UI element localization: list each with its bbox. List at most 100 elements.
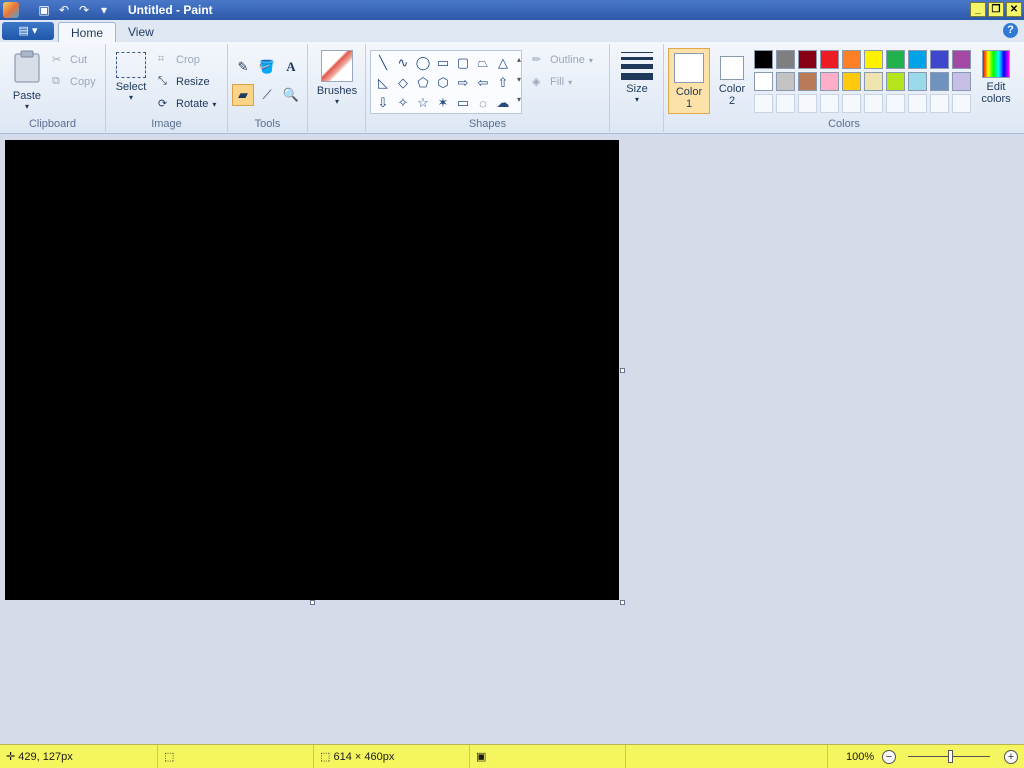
shape-option[interactable]: ⇨ <box>453 73 473 93</box>
copy-button[interactable]: ⧉ Copy <box>52 72 96 92</box>
color1-button[interactable]: Color 1 <box>668 48 710 114</box>
custom-color-slot[interactable] <box>820 94 839 113</box>
custom-color-slot[interactable] <box>864 94 883 113</box>
edit-colors-button[interactable]: Edit colors <box>976 50 1016 105</box>
palette-swatch[interactable] <box>754 50 773 69</box>
tab-home[interactable]: Home <box>58 22 117 42</box>
palette-swatch[interactable] <box>864 50 883 69</box>
shape-option[interactable]: ⬠ <box>413 73 433 93</box>
fill-icon[interactable]: 🪣 <box>256 56 278 78</box>
tab-view[interactable]: View <box>116 22 166 42</box>
redo-icon[interactable]: ↷ <box>76 2 92 18</box>
zoom-out-button[interactable]: − <box>882 750 896 764</box>
shapes-scroll[interactable]: ▴ ▾ ▾ <box>514 50 524 114</box>
shape-option[interactable]: ⬡ <box>433 73 453 93</box>
outline-button[interactable]: ✏ Outline ▾ <box>532 50 593 70</box>
palette-swatch[interactable] <box>776 50 795 69</box>
close-button[interactable]: ✕ <box>1006 2 1022 17</box>
shape-option[interactable]: ◯ <box>413 53 433 73</box>
custom-color-slot[interactable] <box>776 94 795 113</box>
resize-button[interactable]: ⤡ Resize <box>158 72 210 92</box>
palette-swatch[interactable] <box>886 50 905 69</box>
palette-swatch[interactable] <box>798 50 817 69</box>
crop-button[interactable]: ⌗ Crop <box>158 50 200 70</box>
zoom-level: 100% <box>846 751 875 763</box>
palette-swatch[interactable] <box>754 72 773 91</box>
palette-swatch[interactable] <box>842 72 861 91</box>
shape-option[interactable]: ⏢ <box>473 53 493 73</box>
shape-option[interactable]: ∿ <box>393 53 413 73</box>
shape-option[interactable]: ✶ <box>433 93 453 113</box>
palette-swatch[interactable] <box>864 72 883 91</box>
shape-option[interactable]: ◇ <box>393 73 413 93</box>
zoom-in-button[interactable]: + <box>1004 750 1018 764</box>
brushes-label: Brushes <box>316 85 358 97</box>
help-icon[interactable]: ? <box>1003 23 1018 38</box>
shape-option[interactable]: ▭ <box>433 53 453 73</box>
custom-color-slot[interactable] <box>952 94 971 113</box>
palette-swatch[interactable] <box>842 50 861 69</box>
resize-label: Resize <box>176 76 210 88</box>
rotate-button[interactable]: ⟳ Rotate ▾ <box>158 94 216 114</box>
rotate-label: Rotate <box>176 98 209 110</box>
color2-button[interactable]: Color 2 <box>714 48 750 114</box>
undo-icon[interactable]: ↶ <box>56 2 72 18</box>
paste-button[interactable]: Paste ▾ <box>8 50 46 111</box>
palette-swatch[interactable] <box>820 72 839 91</box>
custom-color-slot[interactable] <box>798 94 817 113</box>
shape-option[interactable]: △ <box>493 53 513 73</box>
size-button[interactable]: Size ▾ <box>616 52 658 104</box>
palette-swatch[interactable] <box>930 72 949 91</box>
shape-option[interactable]: ◺ <box>373 73 393 93</box>
palette-swatch[interactable] <box>952 50 971 69</box>
fill-button[interactable]: ◈ Fill ▾ <box>532 72 572 92</box>
ribbon: Paste ▾ ✂ Cut ⧉ Copy Clipboard Select ▾ … <box>0 42 1024 134</box>
text-icon[interactable]: A <box>280 56 302 78</box>
palette-swatch[interactable] <box>908 72 927 91</box>
palette-swatch[interactable] <box>886 72 905 91</box>
pencil-icon[interactable]: ✎ <box>232 56 254 78</box>
shape-option[interactable]: ⇦ <box>473 73 493 93</box>
cut-button[interactable]: ✂ Cut <box>52 50 87 70</box>
restore-button[interactable]: ❐ <box>988 2 1004 17</box>
shape-option[interactable]: ✧ <box>393 93 413 113</box>
minimize-button[interactable]: _ <box>970 2 986 17</box>
custom-color-slot[interactable] <box>754 94 773 113</box>
shape-option[interactable]: ☆ <box>413 93 433 113</box>
palette-swatch[interactable] <box>952 72 971 91</box>
shape-option[interactable]: ⇩ <box>373 93 393 113</box>
custom-color-slot[interactable] <box>908 94 927 113</box>
color-wheel-icon <box>982 50 1010 78</box>
resize-handle-bottom[interactable] <box>310 600 315 605</box>
eraser-icon[interactable]: ▰ <box>232 84 254 106</box>
custom-color-slot[interactable] <box>842 94 861 113</box>
crop-label: Crop <box>176 54 200 66</box>
color1-label: Color 1 <box>675 86 703 110</box>
zoom-slider-thumb[interactable] <box>948 750 953 763</box>
shape-option[interactable]: ▭ <box>453 93 473 113</box>
palette-swatch[interactable] <box>776 72 795 91</box>
palette-swatch[interactable] <box>930 50 949 69</box>
palette-swatch[interactable] <box>908 50 927 69</box>
drawing-canvas[interactable] <box>5 140 619 600</box>
select-button[interactable]: Select ▾ <box>114 52 148 102</box>
paint-app-icon[interactable] <box>3 2 19 18</box>
shape-option[interactable]: ◌ <box>473 93 493 113</box>
customize-qat-icon[interactable]: ▾ <box>96 2 112 18</box>
fill-bucket-icon: ◈ <box>532 76 541 88</box>
shape-option[interactable]: ⇧ <box>493 73 513 93</box>
palette-swatch[interactable] <box>798 72 817 91</box>
save-icon[interactable]: ▣ <box>36 2 52 18</box>
brushes-button[interactable]: Brushes ▾ <box>314 50 360 106</box>
resize-handle-corner[interactable] <box>620 600 625 605</box>
resize-handle-right[interactable] <box>620 368 625 373</box>
shape-option[interactable]: ▢ <box>453 53 473 73</box>
shape-option[interactable]: ╲ <box>373 53 393 73</box>
color-picker-icon[interactable]: ⟋ <box>256 84 278 106</box>
palette-swatch[interactable] <box>820 50 839 69</box>
custom-color-slot[interactable] <box>930 94 949 113</box>
magnifier-icon[interactable]: 🔍 <box>280 84 302 106</box>
custom-color-slot[interactable] <box>886 94 905 113</box>
paint-menu-button[interactable]: ▤ ▾ <box>2 22 54 40</box>
shape-option[interactable]: ☁ <box>493 93 513 113</box>
